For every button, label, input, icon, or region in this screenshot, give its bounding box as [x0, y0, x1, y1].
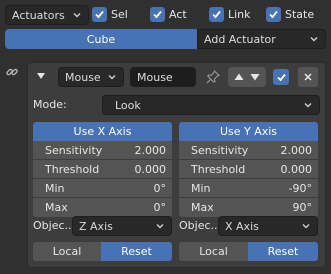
chevron-down-icon: [304, 103, 312, 108]
chevron-down-icon: [73, 13, 81, 18]
checkbox-sel[interactable]: [92, 7, 107, 22]
add-actuator-menu[interactable]: Add Actuator: [197, 29, 326, 49]
x-local-toggle[interactable]: Local: [33, 242, 101, 261]
filter-link[interactable]: Link: [209, 7, 251, 22]
x-object-axis-label: Objec...: [33, 219, 76, 232]
checkmark-icon: [276, 73, 286, 81]
y-threshold-field[interactable]: Threshold 0.000: [179, 160, 318, 179]
filter-state-label: State: [285, 8, 315, 21]
filter-act-label: Act: [169, 8, 187, 21]
filter-sel-label: Sel: [111, 8, 128, 21]
y-max-value: 90°: [292, 201, 313, 214]
x-threshold-label: Threshold: [45, 162, 100, 176]
link-icon[interactable]: [5, 65, 19, 79]
x-axis-column: Use X Axis Sensitivity 2.000 Threshold 0…: [33, 122, 172, 217]
filter-state[interactable]: State: [266, 7, 314, 22]
filter-act[interactable]: Act: [150, 7, 187, 22]
y-reset-toggle[interactable]: Reset: [248, 242, 318, 261]
move-down-icon[interactable]: [249, 71, 261, 83]
x-max-label: Max: [45, 201, 68, 214]
filter-link-label: Link: [228, 8, 251, 21]
x-sensitivity-value: 2.000: [134, 143, 167, 157]
x-min-value: 0°: [153, 181, 167, 195]
checkbox-state[interactable]: [266, 7, 281, 22]
y-max-field[interactable]: Max 90°: [179, 198, 318, 217]
y-min-label: Min: [191, 181, 211, 195]
mode-value: Look: [115, 98, 141, 112]
close-icon: [304, 73, 312, 81]
mode-select[interactable]: Look: [102, 95, 320, 115]
move-buttons: [228, 67, 266, 87]
y-local-toggle[interactable]: Local: [179, 242, 248, 261]
actuator-name-value: Mouse: [137, 70, 173, 84]
x-threshold-field[interactable]: Threshold 0.000: [33, 160, 172, 179]
category-select-value: Actuators: [12, 8, 65, 22]
x-sensitivity-label: Sensitivity: [45, 143, 103, 157]
x-reset-toggle[interactable]: Reset: [101, 242, 172, 261]
add-actuator-label: Add Actuator: [204, 32, 276, 46]
y-sensitivity-value: 2.000: [280, 143, 313, 157]
chevron-down-icon: [302, 224, 310, 229]
y-sensitivity-field[interactable]: Sensitivity 2.000: [179, 141, 318, 160]
y-min-value: -90°: [288, 181, 312, 195]
x-sensitivity-field[interactable]: Sensitivity 2.000: [33, 141, 172, 160]
x-object-axis-value: Z Axis: [79, 219, 113, 233]
y-object-axis-value: X Axis: [225, 219, 259, 233]
checkmark-icon: [212, 10, 221, 19]
object-tab-cube[interactable]: Cube: [5, 29, 197, 49]
x-max-value: 0°: [153, 201, 167, 214]
pin-icon[interactable]: [205, 69, 221, 85]
chevron-down-icon: [156, 224, 164, 229]
object-tab-label: Cube: [86, 32, 116, 46]
remove-actuator-button[interactable]: [298, 67, 318, 87]
x-min-label: Min: [45, 181, 65, 195]
x-max-field[interactable]: Max 0°: [33, 198, 172, 217]
y-object-axis-select[interactable]: X Axis: [218, 216, 318, 236]
y-threshold-value: 0.000: [280, 162, 313, 176]
checkmark-icon: [95, 10, 104, 19]
x-min-field[interactable]: Min 0°: [33, 179, 172, 198]
y-max-label: Max: [191, 201, 214, 214]
actuator-active-checkbox[interactable]: [273, 69, 289, 85]
collapse-triangle-icon[interactable]: [36, 71, 46, 81]
use-x-axis-toggle[interactable]: Use X Axis: [33, 122, 172, 141]
filter-sel[interactable]: Sel: [92, 7, 128, 22]
actuator-type-value: Mouse: [65, 70, 101, 84]
move-up-icon[interactable]: [233, 71, 245, 83]
actuator-name-field[interactable]: Mouse: [130, 67, 196, 87]
x-object-axis-select[interactable]: Z Axis: [72, 216, 172, 236]
use-y-axis-toggle[interactable]: Use Y Axis: [179, 122, 318, 141]
y-min-field[interactable]: Min -90°: [179, 179, 318, 198]
checkmark-icon: [269, 10, 278, 19]
chevron-down-icon: [108, 75, 116, 80]
mode-label: Mode:: [33, 98, 67, 111]
checkmark-icon: [153, 10, 162, 19]
x-threshold-value: 0.000: [134, 162, 167, 176]
y-object-axis-label: Objec...: [179, 219, 222, 232]
category-select[interactable]: Actuators: [5, 5, 89, 25]
y-threshold-label: Threshold: [191, 162, 246, 176]
y-sensitivity-label: Sensitivity: [191, 143, 249, 157]
actuator-type-select[interactable]: Mouse: [58, 67, 124, 87]
y-axis-column: Use Y Axis Sensitivity 2.000 Threshold 0…: [179, 122, 318, 217]
checkbox-act[interactable]: [150, 7, 165, 22]
chevron-down-icon: [310, 37, 318, 42]
checkbox-link[interactable]: [209, 7, 224, 22]
